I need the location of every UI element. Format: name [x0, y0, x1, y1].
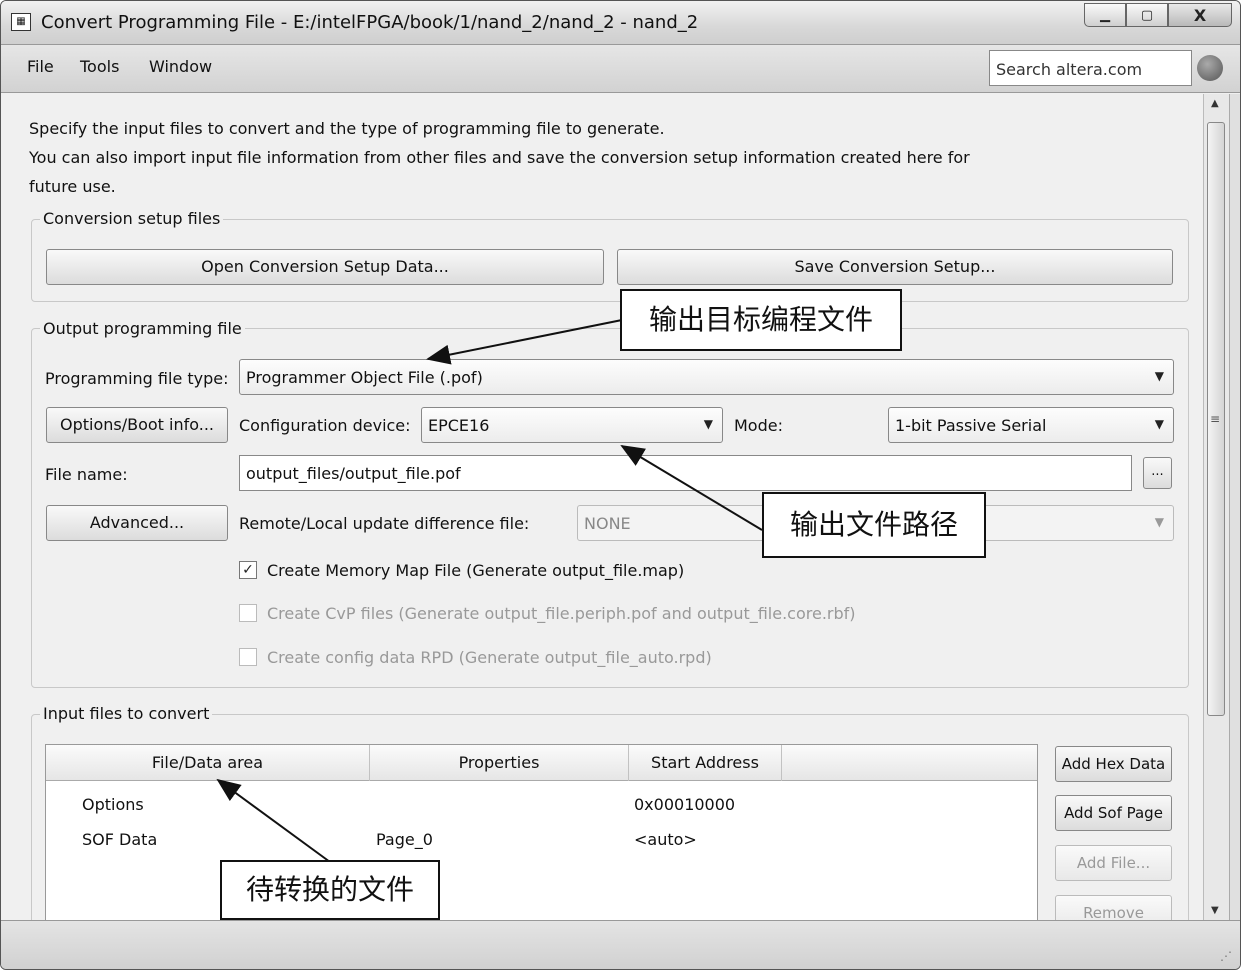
remote-local-update-value: NONE: [584, 514, 631, 533]
add-hex-data-button[interactable]: Add Hex Data: [1055, 746, 1172, 782]
window-edge: [1229, 94, 1240, 920]
table-header: File/Data area Properties Start Address: [46, 745, 1037, 781]
open-conversion-setup-button[interactable]: Open Conversion Setup Data...: [46, 249, 604, 285]
chevron-down-icon: ▼: [1154, 417, 1164, 431]
input-files-table: File/Data area Properties Start Address …: [45, 744, 1038, 920]
row-start-address: 0x00010000: [634, 795, 736, 814]
dialog-content: Specify the input files to convert and t…: [1, 94, 1203, 920]
menu-file[interactable]: File: [27, 57, 54, 76]
row-start-address: <auto>: [634, 830, 697, 849]
description-line-1: Specify the input files to convert and t…: [29, 119, 665, 138]
save-conversion-setup-button[interactable]: Save Conversion Setup...: [617, 249, 1173, 285]
remote-local-update-label: Remote/Local update difference file:: [239, 514, 530, 533]
row-file: Options: [82, 795, 144, 814]
description: Specify the input files to convert and t…: [29, 114, 1029, 201]
column-properties[interactable]: Properties: [370, 745, 629, 781]
configuration-device-value: EPCE16: [428, 416, 490, 435]
remove-button[interactable]: Remove: [1055, 895, 1172, 920]
description-line-3: future use.: [29, 177, 116, 196]
column-start-address[interactable]: Start Address: [629, 745, 782, 781]
callout-input-files: 待转换的文件: [220, 860, 440, 920]
menu-bar: File Tools Window Search altera.com: [1, 45, 1240, 93]
chevron-down-icon: ▼: [1154, 515, 1164, 529]
output-programming-title: Output programming file: [40, 319, 245, 338]
convert-programming-file-window: ▦ Convert Programming File - E:/intelFPG…: [0, 0, 1241, 970]
configuration-device-label: Configuration device:: [239, 416, 411, 435]
options-boot-info-button[interactable]: Options/Boot info...: [46, 407, 228, 443]
grip-icon: ≡: [1210, 412, 1221, 426]
scroll-up-icon[interactable]: ▲: [1211, 98, 1219, 109]
callout-output-path: 输出文件路径: [762, 492, 986, 558]
advanced-button[interactable]: Advanced...: [46, 505, 228, 541]
close-icon: X: [1193, 5, 1207, 25]
convert-app-icon: ▦: [11, 13, 31, 31]
maximize-icon: ▢: [1140, 7, 1154, 23]
minimize-icon: ▁: [1100, 7, 1110, 23]
status-bar: ⋰: [1, 920, 1240, 969]
config-rpd-checkbox[interactable]: [239, 648, 257, 666]
row-file: SOF Data: [82, 830, 158, 849]
programming-file-type-value: Programmer Object File (.pof): [246, 368, 483, 387]
mode-label: Mode:: [734, 416, 783, 435]
vertical-scrollbar[interactable]: ▲ ≡ ▼: [1203, 94, 1229, 920]
scroll-down-icon[interactable]: ▼: [1211, 905, 1219, 916]
minimize-button[interactable]: ▁: [1084, 3, 1126, 27]
config-rpd-label: Create config data RPD (Generate output_…: [267, 648, 712, 667]
cvp-files-label: Create CvP files (Generate output_file.p…: [267, 604, 856, 623]
column-file-data-area[interactable]: File/Data area: [46, 745, 370, 781]
memory-map-checkbox[interactable]: ✓: [239, 561, 257, 579]
programming-file-type-select[interactable]: Programmer Object File (.pof) ▼: [239, 359, 1174, 395]
programming-file-type-label: Programming file type:: [45, 369, 229, 388]
row-properties: Page_0: [376, 830, 433, 849]
close-button[interactable]: X: [1168, 3, 1232, 27]
browse-button[interactable]: ...: [1143, 457, 1172, 489]
chevron-down-icon: ▼: [1154, 369, 1164, 383]
input-files-title: Input files to convert: [40, 704, 213, 723]
menu-tools[interactable]: Tools: [80, 57, 119, 76]
chevron-down-icon: ▼: [703, 417, 713, 431]
checkmark-icon: ✓: [242, 562, 254, 578]
configuration-device-select[interactable]: EPCE16 ▼: [421, 407, 723, 443]
resize-grip-icon[interactable]: ⋰: [1220, 949, 1232, 963]
file-name-label: File name:: [45, 465, 128, 484]
search-input[interactable]: Search altera.com: [989, 50, 1192, 86]
memory-map-label: Create Memory Map File (Generate output_…: [267, 561, 685, 580]
mode-value: 1-bit Passive Serial: [895, 416, 1047, 435]
add-file-button[interactable]: Add File...: [1055, 845, 1172, 881]
cvp-files-checkbox[interactable]: [239, 604, 257, 622]
title-bar[interactable]: ▦ Convert Programming File - E:/intelFPG…: [1, 1, 1240, 45]
maximize-button[interactable]: ▢: [1126, 3, 1168, 27]
file-name-input[interactable]: output_files/output_file.pof: [239, 455, 1132, 491]
menu-window[interactable]: Window: [149, 57, 212, 76]
mode-select[interactable]: 1-bit Passive Serial ▼: [888, 407, 1174, 443]
window-controls: ▁ ▢ X: [1084, 3, 1232, 27]
conversion-setup-title: Conversion setup files: [40, 209, 224, 228]
callout-output-target: 输出目标编程文件: [620, 289, 902, 351]
add-sof-page-button[interactable]: Add Sof Page: [1055, 795, 1172, 831]
globe-icon[interactable]: [1197, 55, 1223, 81]
description-line-2: You can also import input file informati…: [29, 148, 970, 167]
window-title: Convert Programming File - E:/intelFPGA/…: [41, 12, 699, 33]
